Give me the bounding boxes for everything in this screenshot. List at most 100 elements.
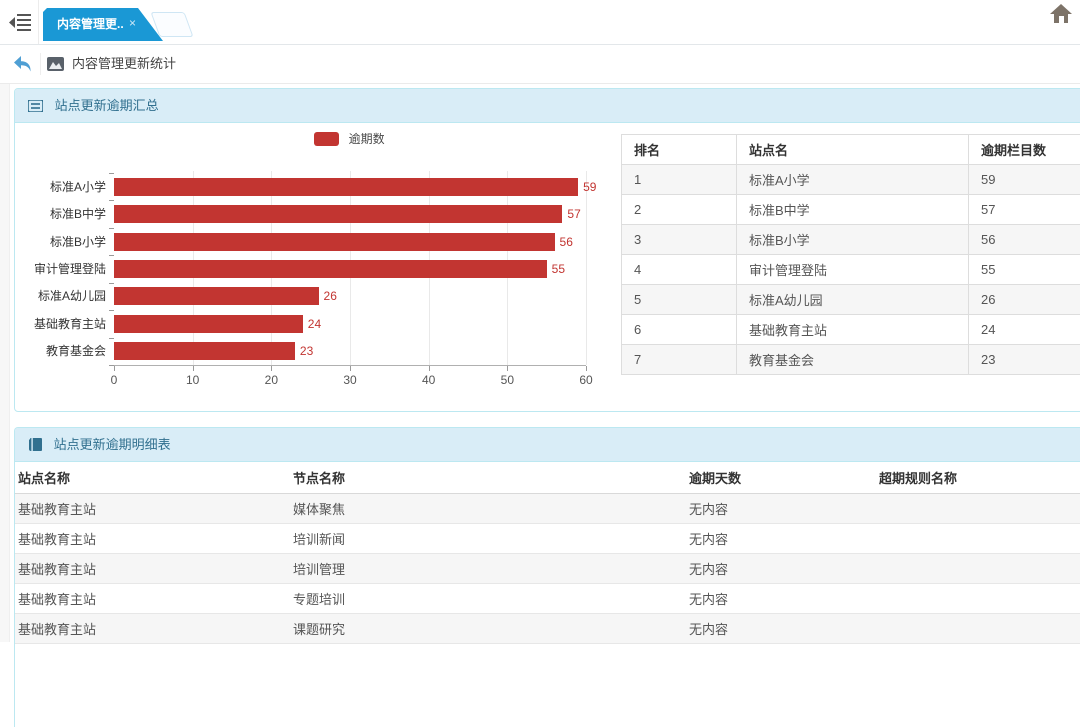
y-axis-tick: [109, 200, 114, 201]
panel-body: 逾期数 标准A小学59标准B中学57标准B小学56审计管理登陆55标准A幼儿园2…: [15, 123, 1080, 411]
detail-table-cell: 培训管理: [290, 553, 686, 583]
panel-title: 站点更新逾期汇总: [55, 98, 159, 113]
chart-bar[interactable]: [114, 233, 555, 251]
x-axis-tick: [271, 366, 272, 371]
rank-table-cell: 基础教育主站: [737, 315, 969, 345]
detail-table-row: 基础教育主站媒体聚焦无内容: [15, 493, 1080, 523]
rank-table-cell: 24: [969, 315, 1080, 345]
chart-category-label: 标准B小学: [15, 234, 106, 250]
detail-table-row: 基础教育主站培训管理无内容: [15, 553, 1080, 583]
chart-bar[interactable]: [114, 315, 303, 333]
rank-table-cell: 4: [622, 255, 737, 285]
chart-bar[interactable]: [114, 260, 547, 278]
rank-table-row: 4审计管理登陆55: [622, 255, 1080, 285]
rank-table-row: 5标准A幼儿园26: [622, 285, 1080, 315]
chart-value-label: 26: [324, 288, 337, 304]
rank-table-cell: 23: [969, 345, 1080, 375]
y-axis-tick: [109, 173, 114, 174]
tab-content-management[interactable]: 内容管理更.. ×: [43, 8, 163, 41]
rank-table: 排名站点名逾期栏目数 1标准A小学592标准B中学573标准B小学564审计管理…: [621, 134, 1080, 375]
x-axis-tick-label: 50: [490, 373, 524, 387]
panel-overdue-summary: 站点更新逾期汇总 逾期数 标准A小学59标准B中学57标准B小学56审计管理登陆…: [14, 88, 1080, 412]
rank-table-cell: 1: [622, 165, 737, 195]
x-axis-tick-label: 10: [176, 373, 210, 387]
rank-table-header: 逾期栏目数: [969, 135, 1080, 165]
chart-category-label: 审计管理登陆: [15, 261, 106, 277]
x-axis-tick: [429, 366, 430, 371]
chart-bar[interactable]: [114, 342, 295, 360]
y-axis-tick: [109, 255, 114, 256]
detail-table-row: 基础教育主站培训新闻无内容: [15, 523, 1080, 553]
rank-table-cell: 3: [622, 225, 737, 255]
collapse-sidebar-icon[interactable]: [9, 13, 33, 32]
chart-category-label: 标准B中学: [15, 206, 106, 222]
detail-table-cell: 培训新闻: [290, 523, 686, 553]
x-axis-tick: [114, 366, 115, 371]
rank-table-cell: 教育基金会: [737, 345, 969, 375]
x-axis-tick: [507, 366, 508, 371]
rank-table-body: 1标准A小学592标准B中学573标准B小学564审计管理登陆555标准A幼儿园…: [622, 165, 1080, 375]
collapsed-sidebar-strip: [0, 84, 10, 642]
detail-table-cell: 基础教育主站: [15, 493, 290, 523]
chart-bar[interactable]: [114, 178, 578, 196]
chart-value-label: 23: [300, 343, 313, 359]
detail-table-cell: 基础教育主站: [15, 583, 290, 613]
rank-table-cell: 标准B中学: [737, 195, 969, 225]
rank-table-cell: 标准B小学: [737, 225, 969, 255]
chart-category-label: 基础教育主站: [15, 316, 106, 332]
detail-table-cell: [876, 523, 1080, 553]
chart-category-label: 教育基金会: [15, 343, 106, 359]
detail-table-cell: 无内容: [686, 613, 876, 643]
panel-body: 站点名称节点名称逾期天数超期规则名称 基础教育主站媒体聚焦无内容基础教育主站培训…: [15, 462, 1080, 727]
detail-table-cell: 无内容: [686, 523, 876, 553]
y-axis-tick: [109, 338, 114, 339]
rank-table-cell: 标准A幼儿园: [737, 285, 969, 315]
chart-bar[interactable]: [114, 287, 319, 305]
rank-table-header: 站点名: [737, 135, 969, 165]
detail-table-header: 站点名称: [15, 462, 290, 493]
chart-page-icon: [47, 57, 64, 71]
detail-table-cell: 无内容: [686, 553, 876, 583]
panel-overdue-detail: 站点更新逾期明细表 站点名称节点名称逾期天数超期规则名称 基础教育主站媒体聚焦无…: [14, 427, 1080, 727]
home-icon[interactable]: [1050, 3, 1080, 25]
detail-table-cell: 基础教育主站: [15, 553, 290, 583]
detail-table-cell: [876, 553, 1080, 583]
y-axis-tick: [109, 310, 114, 311]
rank-table-row: 3标准B小学56: [622, 225, 1080, 255]
panel-header: 站点更新逾期汇总: [15, 89, 1080, 123]
chart-bar[interactable]: [114, 205, 562, 223]
rank-table-cell: 6: [622, 315, 737, 345]
tab-bar: 内容管理更.. ×: [0, 0, 1080, 45]
bar-chart: 逾期数 标准A小学59标准B中学57标准B小学56审计管理登陆55标准A幼儿园2…: [15, 123, 615, 411]
tab-label: 内容管理更..: [57, 8, 124, 41]
x-axis-tick-label: 60: [569, 373, 603, 387]
chart-legend[interactable]: 逾期数: [314, 130, 385, 145]
x-axis-tick: [350, 366, 351, 371]
rank-table-cell: 2: [622, 195, 737, 225]
back-arrow-icon[interactable]: [13, 55, 33, 73]
page-title: 内容管理更新统计: [72, 45, 176, 83]
chart-value-label: 55: [552, 261, 565, 277]
rank-table-wrap: 排名站点名逾期栏目数 1标准A小学592标准B中学573标准B小学564审计管理…: [621, 134, 1080, 375]
detail-table-header: 节点名称: [290, 462, 686, 493]
rank-table-cell: 59: [969, 165, 1080, 195]
rank-table-cell: 审计管理登陆: [737, 255, 969, 285]
rank-table-cell: 56: [969, 225, 1080, 255]
detail-table-cell: 媒体聚焦: [290, 493, 686, 523]
tab-close-icon[interactable]: ×: [129, 8, 136, 39]
rank-table-row: 7教育基金会23: [622, 345, 1080, 375]
x-axis-tick-label: 20: [254, 373, 288, 387]
chart-value-label: 57: [567, 206, 580, 222]
rank-table-header: 排名: [622, 135, 737, 165]
rank-table-cell: 55: [969, 255, 1080, 285]
detail-table-cell: 无内容: [686, 583, 876, 613]
legend-swatch: [314, 132, 339, 146]
rank-table-cell: 26: [969, 285, 1080, 315]
detail-table-cell: 基础教育主站: [15, 523, 290, 553]
detail-table: 站点名称节点名称逾期天数超期规则名称 基础教育主站媒体聚焦无内容基础教育主站培训…: [15, 462, 1080, 644]
rank-table-cell: 5: [622, 285, 737, 315]
detail-table-cell: 无内容: [686, 493, 876, 523]
detail-table-cell: 课题研究: [290, 613, 686, 643]
list-card-icon: [28, 91, 43, 124]
chart-value-label: 56: [560, 234, 573, 250]
